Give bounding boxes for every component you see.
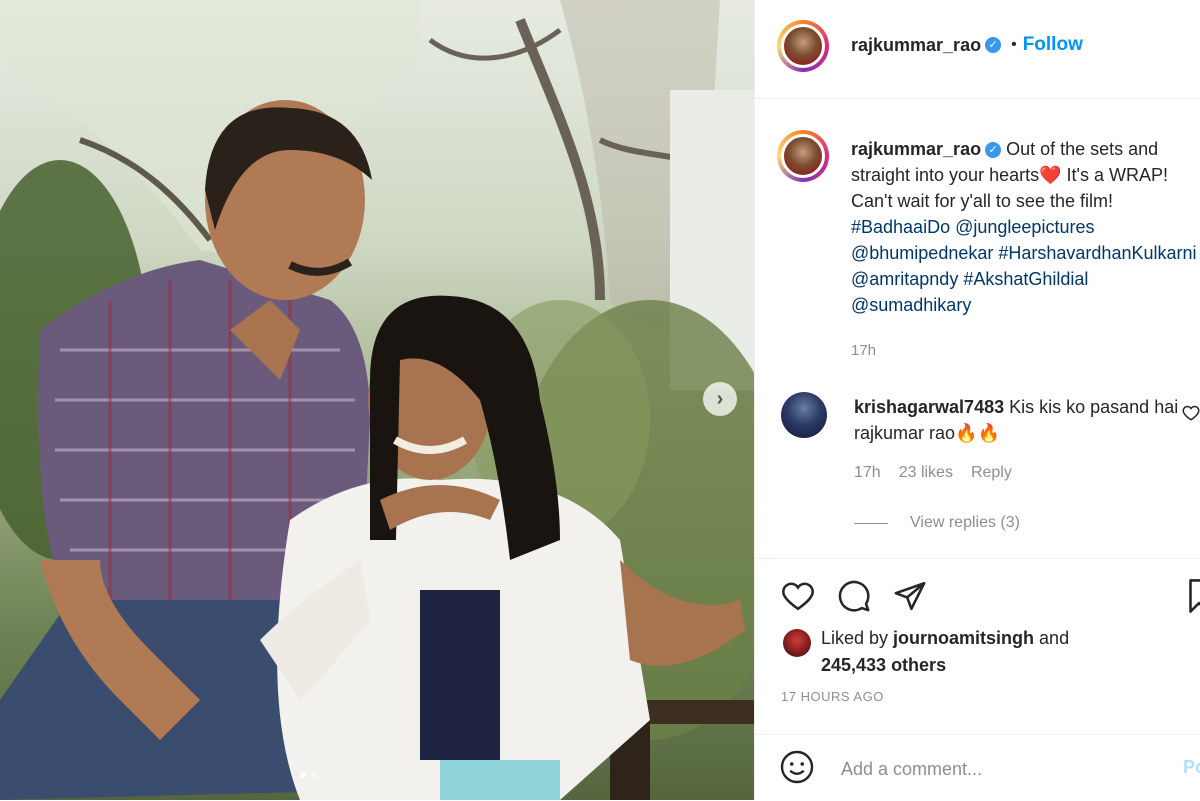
author-username[interactable]: rajkummar_rao (851, 35, 981, 56)
author-avatar[interactable] (777, 20, 829, 72)
emoji-smiley-icon[interactable] (779, 749, 815, 785)
liked-by-prefix: Liked by (821, 628, 894, 648)
comment: krishagarwal7483 Kis kis ko pasand hai r… (854, 394, 1184, 446)
post-side-panel: rajkummar_rao ✓ • Follow rajkummar_rao ✓ … (754, 0, 1200, 800)
carousel-dot (311, 772, 317, 778)
share-paper-plane-icon[interactable] (893, 579, 927, 613)
commenter-username[interactable]: krishagarwal7483 (854, 397, 1004, 417)
hashtag-link[interactable]: #AkshatGhildial (963, 269, 1088, 289)
liked-by-summary: Liked by journoamitsingh and 245,433 oth… (821, 625, 1181, 679)
liker-username[interactable]: journoamitsingh (893, 628, 1034, 648)
separator: • (1011, 36, 1017, 53)
caption: rajkummar_rao ✓ Out of the sets and strai… (851, 136, 1200, 364)
liked-by-middle: and (1034, 628, 1070, 648)
mention-link[interactable]: @bhumipednekar (851, 243, 993, 263)
verified-badge-icon: ✓ (985, 142, 1002, 159)
next-photo-button[interactable]: › (703, 382, 737, 416)
save-bookmark-icon[interactable] (1187, 579, 1200, 613)
hashtag-link[interactable]: #BadhaaiDo (851, 217, 950, 237)
photo-illustration (0, 0, 754, 800)
caption-time[interactable]: 17h (851, 342, 876, 359)
comment-input[interactable] (839, 753, 1163, 785)
reply-button[interactable]: Reply (971, 464, 1012, 482)
action-icons (781, 579, 927, 613)
commenter-avatar[interactable] (781, 392, 827, 438)
header-line: rajkummar_rao ✓ • Follow (851, 34, 1083, 56)
post-timestamp[interactable]: 17 HOURS AGO (781, 689, 884, 704)
follow-button[interactable]: Follow (1023, 34, 1083, 56)
carousel-dot-active (300, 772, 306, 778)
liker-avatar[interactable] (783, 629, 811, 657)
carousel-indicator (300, 772, 317, 778)
mention-link[interactable]: @jungleepictures (955, 217, 1094, 237)
post-comment-button[interactable]: Po (1183, 757, 1200, 778)
mention-link[interactable]: @sumadhikary (851, 295, 971, 315)
view-replies-label: View replies (3) (910, 514, 1020, 531)
verified-badge-icon: ✓ (985, 37, 1002, 53)
comment-like-icon[interactable] (1182, 404, 1200, 422)
view-replies-button[interactable]: View replies (3) (854, 514, 1020, 532)
comment-bubble-icon[interactable] (837, 579, 871, 613)
replies-divider (854, 522, 888, 524)
post-header: rajkummar_rao ✓ • Follow (755, 0, 1200, 99)
heart-emoji: ❤️ (1039, 165, 1062, 185)
like-heart-icon[interactable] (781, 579, 815, 613)
mention-link[interactable]: @amritapndy (851, 269, 958, 289)
likes-count[interactable]: 245,433 others (821, 655, 946, 675)
post-photo[interactable]: › (0, 0, 754, 800)
add-comment-bar: Po (755, 734, 1200, 801)
comment-meta: 17h 23 likes Reply (854, 464, 1012, 482)
hashtag-link[interactable]: #HarshavardhanKulkarni (998, 243, 1196, 263)
comment-likes[interactable]: 23 likes (899, 464, 953, 482)
caption-username[interactable]: rajkummar_rao (851, 139, 981, 159)
caption-author-avatar[interactable] (777, 130, 829, 182)
comment-time[interactable]: 17h (854, 464, 881, 482)
post-actions: Liked by journoamitsingh and 245,433 oth… (755, 558, 1200, 735)
